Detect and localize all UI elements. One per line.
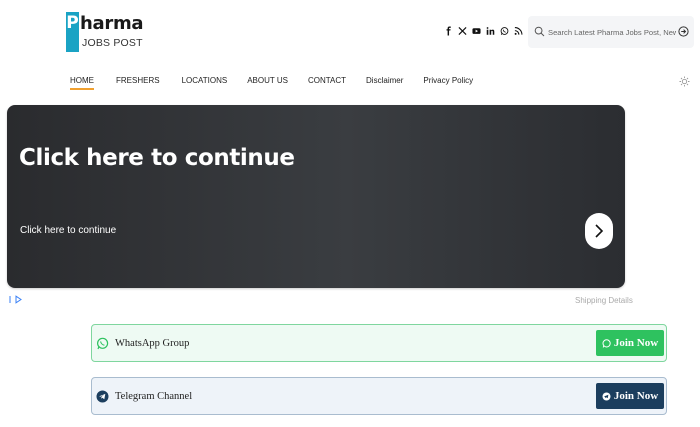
main-nav: HOME FRESHERS LOCATIONS ABOUT US CONTACT…: [70, 76, 495, 90]
telegram-join-button[interactable]: Join Now: [596, 383, 664, 409]
theme-toggle-sun-icon[interactable]: [679, 76, 690, 87]
youtube-icon[interactable]: [472, 25, 481, 37]
rss-icon[interactable]: [514, 25, 523, 37]
nav-contact[interactable]: CONTACT: [308, 76, 346, 90]
linkedin-icon[interactable]: [486, 25, 495, 37]
site-logo[interactable]: P harma JOBS POST: [66, 12, 146, 54]
nav-freshers[interactable]: FRESHERS: [116, 76, 160, 90]
telegram-join-box: Telegram Channel Join Now: [91, 377, 667, 415]
join-now-label: Join Now: [613, 337, 659, 349]
ad-banner[interactable]: Click here to continue Click here to con…: [7, 105, 625, 288]
join-now-label: Join Now: [613, 390, 659, 402]
logo-wordmark: harma: [80, 13, 144, 34]
whatsapp-icon[interactable]: [500, 25, 509, 37]
telegram-icon: [96, 390, 109, 403]
whatsapp-icon: [602, 338, 611, 348]
search-icon: [534, 26, 545, 37]
shipping-details-link[interactable]: Shipping Details: [575, 296, 633, 305]
social-links: [444, 25, 523, 37]
facebook-icon[interactable]: [444, 25, 453, 37]
banner-next-button[interactable]: [585, 213, 613, 249]
logo-subtitle: JOBS POST: [82, 37, 143, 49]
x-icon[interactable]: [458, 25, 467, 37]
telegram-icon: [602, 392, 611, 400]
nav-about-us[interactable]: ABOUT US: [247, 76, 288, 90]
whatsapp-group-label: WhatsApp Group: [115, 338, 190, 349]
nav-disclaimer[interactable]: Disclaimer: [366, 76, 403, 90]
logo-letter: P: [66, 12, 79, 52]
whatsapp-join-button[interactable]: Join Now: [596, 330, 664, 356]
banner-title: Click here to continue: [19, 145, 295, 171]
search-box: [528, 16, 694, 48]
nav-privacy-policy[interactable]: Privacy Policy: [423, 76, 473, 90]
chevron-right-icon: [595, 224, 604, 238]
nav-home[interactable]: HOME: [70, 76, 94, 90]
whatsapp-icon: [96, 337, 109, 350]
ad-choices-icon[interactable]: [9, 295, 25, 304]
search-input[interactable]: [548, 24, 676, 40]
nav-locations[interactable]: LOCATIONS: [182, 76, 228, 90]
whatsapp-join-box: WhatsApp Group Join Now: [91, 324, 667, 362]
search-submit-icon[interactable]: [678, 26, 689, 37]
banner-subtitle: Click here to continue: [20, 225, 117, 236]
telegram-channel-label: Telegram Channel: [115, 391, 193, 402]
